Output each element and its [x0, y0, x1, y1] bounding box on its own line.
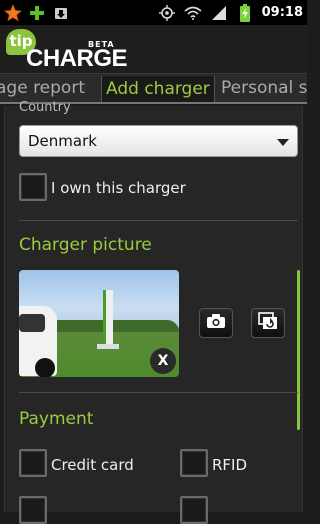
own-charger-label: I own this charger	[51, 179, 186, 197]
charger-photo[interactable]: X	[19, 270, 179, 377]
star-icon	[4, 3, 22, 22]
photo-charging-station	[103, 290, 113, 346]
photo-car-window	[19, 314, 45, 332]
gps-icon	[158, 4, 176, 22]
gallery-icon	[258, 312, 278, 334]
charger-picture-title: Charger picture	[19, 235, 152, 255]
rfid-checkbox[interactable]	[180, 449, 208, 477]
photo-car-wheel	[35, 358, 55, 377]
credit-card-label: Credit card	[51, 456, 134, 474]
status-bar: 09:18	[0, 0, 307, 25]
download-icon	[52, 4, 70, 22]
tab-add-charger[interactable]: Add charger	[101, 76, 215, 102]
country-select[interactable]: Denmark	[19, 125, 298, 157]
divider	[19, 220, 298, 221]
scrollbar[interactable]	[297, 270, 300, 430]
credit-card-checkbox[interactable]	[19, 449, 47, 477]
logo-charge: CHARGE	[26, 45, 128, 72]
choose-from-gallery-button[interactable]	[251, 308, 285, 338]
own-charger-checkbox[interactable]	[19, 173, 47, 201]
payment-option-checkbox[interactable]	[19, 496, 47, 524]
divider	[19, 392, 298, 393]
plus-icon	[28, 4, 46, 22]
photo-station-base	[97, 344, 119, 349]
rfid-label: RFID	[212, 456, 248, 474]
tab-personal-settings[interactable]: Personal s	[221, 78, 307, 98]
content-area: Country Denmark I own this charger Charg…	[0, 100, 307, 524]
battery-charging-icon	[236, 3, 254, 22]
wifi-icon	[184, 4, 202, 22]
country-select-value: Denmark	[28, 132, 97, 150]
tab-usage-report[interactable]: age report	[0, 78, 85, 98]
add-charger-form: Country Denmark I own this charger Charg…	[4, 100, 303, 524]
payment-title: Payment	[19, 409, 94, 429]
take-photo-button[interactable]	[199, 308, 233, 338]
remove-photo-button[interactable]: X	[150, 348, 176, 374]
payment-option-checkbox[interactable]	[180, 496, 208, 524]
country-label: Country	[19, 100, 71, 115]
camera-icon	[206, 313, 226, 333]
chevron-down-icon	[277, 139, 289, 146]
app-header: tip BETA CHARGE	[0, 25, 307, 73]
status-time: 09:18	[261, 5, 303, 20]
signal-icon	[210, 4, 228, 22]
